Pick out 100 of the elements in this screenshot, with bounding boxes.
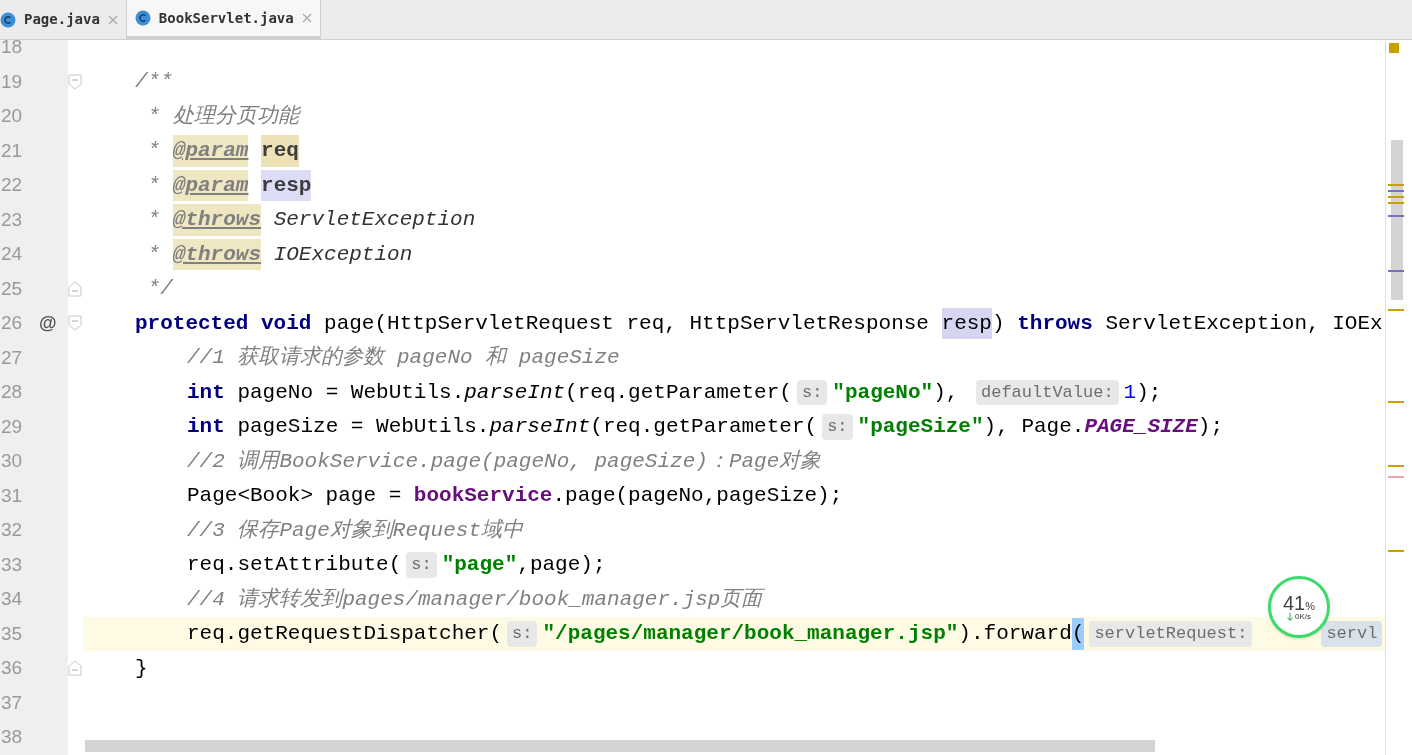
parameter-hint: servletRequest: [1089, 621, 1253, 647]
line-number: 38 [1, 725, 24, 749]
doc-reference: IOException [273, 241, 413, 268]
usage-mark[interactable] [1388, 270, 1404, 272]
code-text: (req.getParameter( [590, 414, 818, 440]
line-number: 36 [1, 656, 24, 680]
line-number: 19 [1, 69, 24, 94]
parameter-hint: defaultValue: [976, 379, 1119, 405]
comment: * [146, 207, 162, 233]
method-name: parseInt [464, 379, 566, 406]
comment: //3 保存Page对象到Request域中 [187, 517, 524, 544]
comment: * 处理分页功能 [146, 103, 299, 130]
class-icon [0, 11, 16, 28]
percent-value: 41 [1283, 593, 1306, 613]
parameter-hint: s: [796, 379, 828, 405]
fold-icon[interactable] [68, 315, 82, 332]
code-text: pageSize = WebUtils. [236, 414, 490, 440]
parameter-hint: s: [406, 552, 437, 578]
doc-tag: @param [172, 169, 249, 201]
line-number: 18 [1, 40, 24, 59]
tab-label: BookServlet.java [158, 8, 294, 28]
override-marker[interactable]: @ [39, 309, 57, 337]
line-number: 31 [1, 483, 24, 508]
percent-unit: % [1305, 601, 1315, 612]
string-literal: "/pages/manager/book_manager.jsp" [542, 621, 959, 647]
code-text: ); [1136, 379, 1162, 406]
field-name: bookService [413, 483, 553, 509]
constant: PAGE_SIZE [1084, 414, 1198, 440]
fold-icon[interactable] [68, 73, 82, 90]
parameter-hint: s: [822, 414, 853, 440]
comment: /** [135, 69, 173, 95]
tab-label: Page.java [24, 10, 100, 29]
code-text: page(HttpServletRequest req, HttpServletResponse [323, 310, 930, 337]
line-number: 25 [1, 276, 24, 301]
close-icon[interactable] [107, 14, 118, 25]
doc-parameter: resp [261, 169, 312, 201]
warning-mark[interactable] [1388, 309, 1404, 311]
code-text: ,page); [517, 552, 606, 578]
line-number: 21 [1, 138, 24, 163]
doc-tag: @throws [172, 238, 262, 270]
line-number: 22 [1, 173, 24, 197]
doc-reference: ServletException [273, 207, 476, 233]
usage-mark[interactable] [1388, 215, 1404, 217]
doc-tag: @throws [172, 204, 262, 236]
usage-mark[interactable] [1388, 190, 1404, 192]
warning-mark[interactable] [1388, 465, 1404, 467]
comment: */ [146, 276, 173, 302]
code-text: req.getRequestDispatcher( [187, 621, 503, 647]
status-icon [1389, 43, 1399, 53]
scrollbar-thumb[interactable] [1391, 140, 1403, 300]
highlighted-identifier: resp [941, 307, 992, 339]
class-icon [134, 10, 151, 26]
comment: * [146, 138, 162, 164]
code-text: ).forward [958, 621, 1072, 647]
code-text: pageNo = WebUtils. [236, 379, 465, 406]
method-name: parseInt [489, 414, 591, 440]
horizontal-scrollbar-thumb[interactable] [85, 740, 1155, 752]
parameter-hint: s: [507, 621, 538, 647]
parameter-hint: servl [1321, 621, 1383, 647]
warning-mark[interactable] [1388, 196, 1404, 198]
keyword: throws [1017, 310, 1093, 337]
warning-mark[interactable] [1388, 401, 1404, 403]
network-speed: 0K/s [1295, 613, 1311, 621]
warning-mark[interactable] [1388, 550, 1404, 552]
warning-mark[interactable] [1388, 184, 1404, 186]
comment: //1 获取请求的参数 pageNo 和 pageSize [187, 344, 620, 371]
download-arrow-icon [1287, 613, 1293, 621]
matched-brace: ( [1071, 618, 1085, 650]
code-text: ), Page. [983, 414, 1085, 440]
code-text: ), [933, 379, 960, 406]
code-text: req.setAttribute( [187, 552, 402, 578]
error-mark[interactable] [1388, 476, 1404, 478]
code-text: ServletException, IOEx [1104, 310, 1383, 337]
line-number: 29 [1, 414, 24, 439]
line-number: 20 [1, 104, 24, 128]
comment: * [146, 241, 162, 268]
line-number: 30 [1, 449, 24, 473]
string-literal: "pageNo" [832, 379, 934, 406]
keyword: protected void [135, 310, 312, 337]
line-number: 34 [1, 587, 24, 611]
editor-tab[interactable]: BookServlet.java [126, 0, 321, 39]
comment: //4 请求转发到pages/manager/book_manager.jsp页面 [187, 586, 763, 613]
fold-icon[interactable] [68, 660, 82, 677]
code-text: (req.getParameter( [565, 379, 792, 406]
warning-mark[interactable] [1388, 202, 1404, 204]
editor-tab[interactable]: Page.java [0, 0, 127, 39]
doc-parameter: req [261, 135, 299, 167]
fold-icon[interactable] [68, 280, 82, 297]
line-number: 32 [1, 518, 24, 542]
string-literal: "page" [441, 552, 518, 578]
line-number: 28 [1, 380, 24, 404]
line-number: 37 [1, 690, 24, 715]
line-number: 26 [1, 311, 24, 335]
line-number: 35 [1, 621, 24, 646]
line-number: 24 [1, 242, 24, 266]
line-number: 23 [1, 207, 24, 232]
string-literal: "pageSize" [857, 414, 984, 440]
line-number: 27 [1, 345, 24, 370]
comment: //2 调用BookService.page(pageNo, pageSize)：Page对象 [187, 448, 822, 475]
close-icon[interactable] [301, 13, 312, 23]
